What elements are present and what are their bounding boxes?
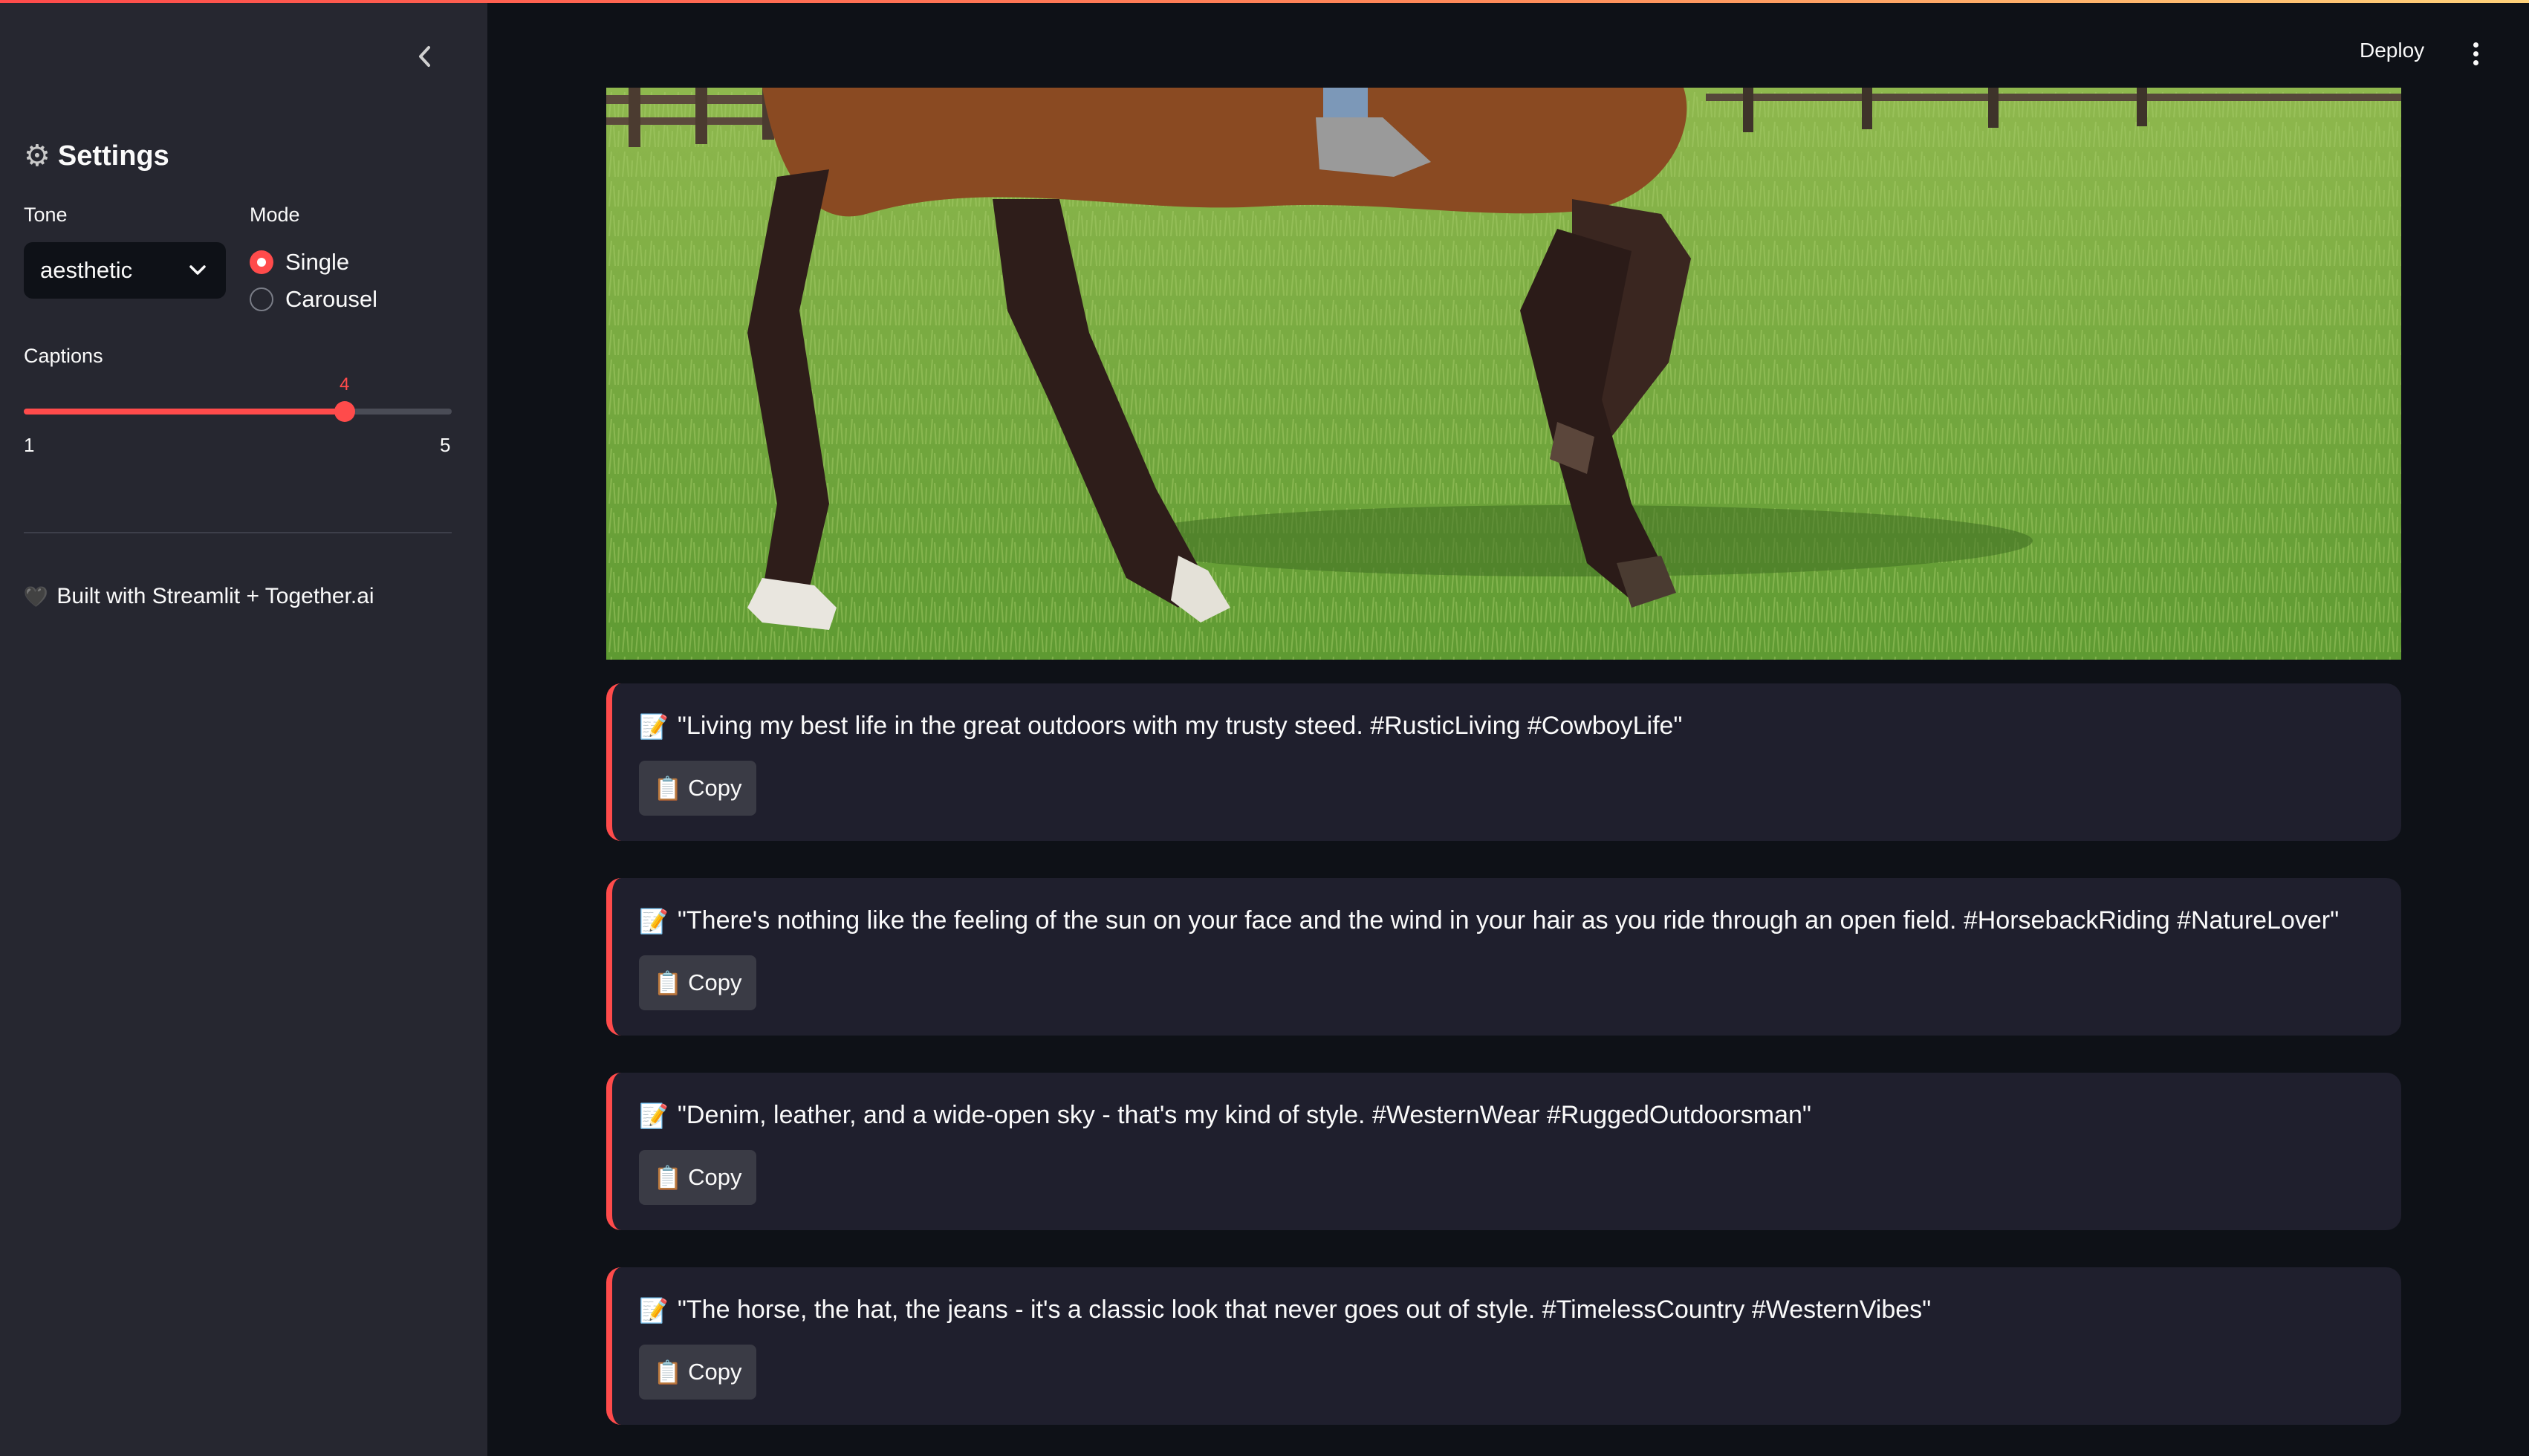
copy-button[interactable]: 📋 Copy [639,1345,756,1400]
caption-card: 📝 "The horse, the hat, the jeans - it's … [606,1267,2401,1425]
caption-text: 📝 "The horse, the hat, the jeans - it's … [639,1296,1931,1325]
black-heart-icon: 🖤 [24,585,48,608]
clipboard-icon: 📋 [653,969,683,996]
caption-quote[interactable]: "Living my best life in the great outdoo… [678,712,1683,741]
mode-option-carousel[interactable]: Carousel [250,281,377,318]
kebab-menu-icon[interactable] [2462,37,2489,70]
mode-option-label: Single [285,249,350,275]
settings-title: Settings [57,140,169,172]
caption-quote[interactable]: "The horse, the hat, the jeans - it's a … [678,1296,1931,1325]
copy-button-label: Copy [688,969,742,995]
captions-slider-value: 4 [340,374,350,394]
memo-icon: 📝 [639,712,669,740]
deploy-button[interactable]: Deploy [2360,39,2424,62]
mode-option-single[interactable]: Single [250,244,377,281]
clipboard-icon: 📋 [653,1359,683,1385]
gear-icon: ⚙ [24,140,51,172]
chevron-down-icon [189,265,206,275]
caption-text: 📝 "Living my best life in the great outd… [639,712,1683,741]
mode-label: Mode [250,204,300,226]
captions-label: Captions [24,345,103,367]
copy-button[interactable]: 📋 Copy [639,1150,756,1205]
clipboard-icon: 📋 [653,1164,683,1191]
caption-text: 📝 "There's nothing like the feeling of t… [639,906,2339,935]
captions-slider[interactable] [24,401,452,422]
memo-icon: 📝 [639,1296,669,1324]
caption-quote[interactable]: "There's nothing like the feeling of the… [678,906,2339,935]
radio-selected-indicator[interactable] [250,250,273,274]
memo-icon: 📝 [639,907,669,935]
caption-card: 📝 "Denim, leather, and a wide-open sky -… [606,1073,2401,1230]
captions-slider-thumb[interactable] [334,401,355,422]
captions-slider-fill [24,409,345,415]
sidebar-divider [24,532,452,533]
caption-text: 📝 "Denim, leather, and a wide-open sky -… [639,1101,1811,1130]
caption-card: 📝 "Living my best life in the great outd… [606,683,2401,841]
mode-option-label: Carousel [285,286,378,312]
tone-label: Tone [24,204,68,226]
collapse-sidebar-button[interactable] [407,39,443,74]
sidebar: ⚙ Settings Tone aesthetic Mode Single Ca… [0,0,487,1456]
tone-select[interactable]: aesthetic [24,242,226,299]
captions-slider-max: 5 [440,434,451,456]
built-with-text: Built with Streamlit + Together.ai [56,584,374,608]
copy-button-label: Copy [688,775,742,801]
top-decoration-bar [0,0,2529,3]
mode-radio-group: Single Carousel [250,244,377,318]
radio-unselected-indicator[interactable] [250,287,273,311]
caption-card: 📝 "There's nothing like the feeling of t… [606,878,2401,1036]
memo-icon: 📝 [639,1102,669,1129]
copy-button[interactable]: 📋 Copy [639,955,756,1010]
horse-photo [606,88,2401,660]
chevron-left-icon [419,46,430,67]
tone-select-value: aesthetic [40,257,133,283]
settings-header: ⚙ Settings [24,135,169,177]
caption-quote[interactable]: "Denim, leather, and a wide-open sky - t… [678,1101,1811,1130]
sidebar-footer: 🖤 Built with Streamlit + Together.ai [24,584,374,609]
captions-slider-min: 1 [24,434,35,456]
copy-button[interactable]: 📋 Copy [639,761,756,816]
copy-button-label: Copy [688,1164,742,1190]
copy-button-label: Copy [688,1359,742,1385]
clipboard-icon: 📋 [653,775,683,802]
